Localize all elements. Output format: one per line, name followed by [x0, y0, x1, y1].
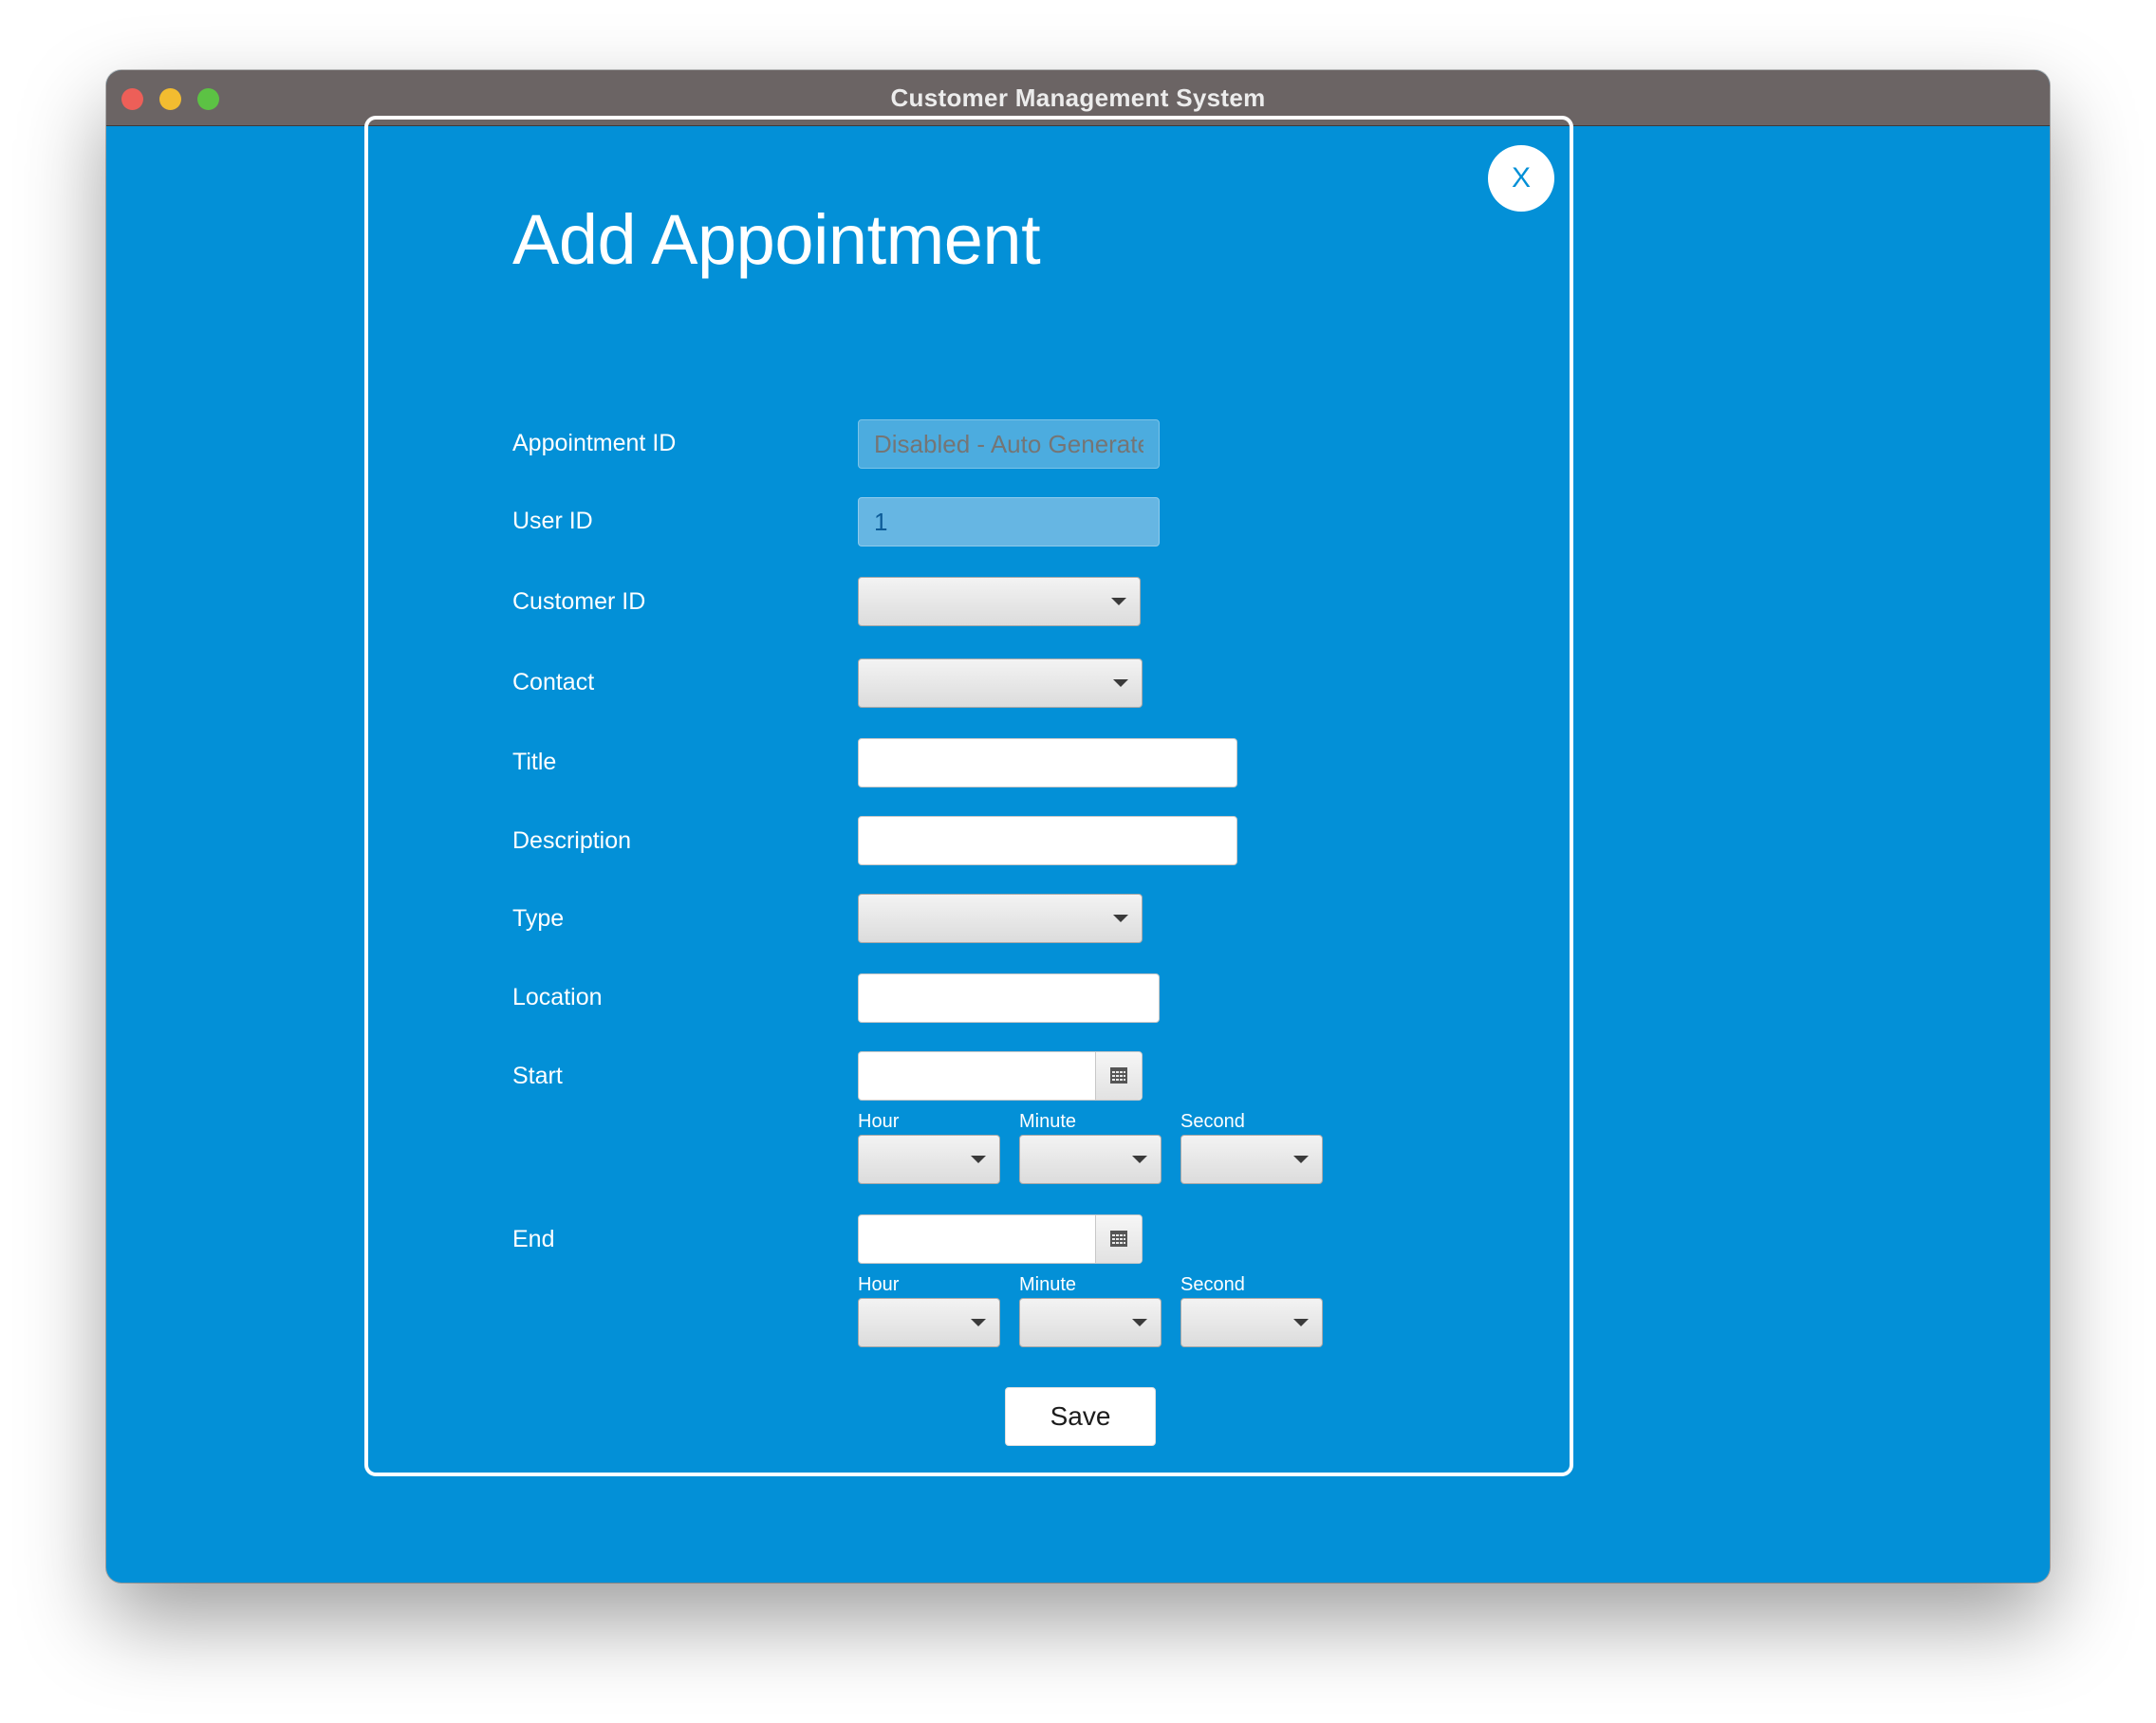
page-title: Add Appointment — [512, 200, 1041, 279]
start-second-label: Second — [1180, 1111, 1245, 1132]
chevron-down-icon — [1293, 1156, 1309, 1163]
start-second-dropdown[interactable] — [1180, 1135, 1323, 1184]
title-field[interactable] — [858, 738, 1237, 787]
chevron-down-icon — [1111, 598, 1126, 605]
dialog-close-button[interactable]: X — [1488, 145, 1554, 212]
end-hour-label: Hour — [858, 1274, 900, 1295]
start-minute-label: Minute — [1019, 1111, 1077, 1132]
title-label: Title — [512, 749, 557, 775]
chevron-down-icon — [971, 1156, 986, 1163]
dialog-panel — [364, 116, 1573, 1476]
start-date-button[interactable] — [1095, 1052, 1142, 1100]
start-date-input[interactable] — [859, 1052, 1096, 1100]
start-minute-dropdown[interactable] — [1019, 1135, 1162, 1184]
chevron-down-icon — [1113, 679, 1128, 687]
save-button[interactable]: Save — [1005, 1387, 1156, 1446]
end-hour-dropdown[interactable] — [858, 1298, 1000, 1347]
end-label: End — [512, 1226, 555, 1252]
end-second-dropdown[interactable] — [1180, 1298, 1323, 1347]
location-field[interactable] — [858, 973, 1160, 1023]
start-hour-label: Hour — [858, 1111, 900, 1132]
contact-dropdown[interactable] — [858, 658, 1143, 708]
start-label: Start — [512, 1063, 563, 1089]
user-id-label: User ID — [512, 508, 593, 534]
end-minute-dropdown[interactable] — [1019, 1298, 1162, 1347]
chevron-down-icon — [1132, 1156, 1147, 1163]
description-field[interactable] — [858, 816, 1237, 865]
contact-label: Contact — [512, 669, 595, 695]
customer-id-label: Customer ID — [512, 588, 646, 615]
window-title: Customer Management System — [890, 83, 1266, 112]
location-label: Location — [512, 984, 603, 1010]
type-dropdown[interactable] — [858, 894, 1143, 943]
chevron-down-icon — [1293, 1319, 1309, 1326]
appointment-id-field — [858, 419, 1160, 469]
start-date-picker — [858, 1051, 1143, 1101]
description-label: Description — [512, 827, 632, 854]
appointment-id-label: Appointment ID — [512, 430, 677, 456]
type-label: Type — [512, 905, 565, 932]
customer-id-dropdown[interactable] — [858, 577, 1141, 626]
start-hour-dropdown[interactable] — [858, 1135, 1000, 1184]
end-minute-label: Minute — [1019, 1274, 1077, 1295]
end-date-input[interactable] — [859, 1215, 1096, 1263]
user-id-field[interactable] — [858, 497, 1160, 547]
end-second-label: Second — [1180, 1274, 1245, 1295]
chevron-down-icon — [1132, 1319, 1147, 1326]
chevron-down-icon — [1113, 915, 1128, 922]
chevron-down-icon — [971, 1319, 986, 1326]
calendar-icon — [1110, 1231, 1127, 1247]
end-date-button[interactable] — [1095, 1215, 1142, 1263]
calendar-icon — [1110, 1067, 1127, 1084]
end-date-picker — [858, 1214, 1143, 1264]
